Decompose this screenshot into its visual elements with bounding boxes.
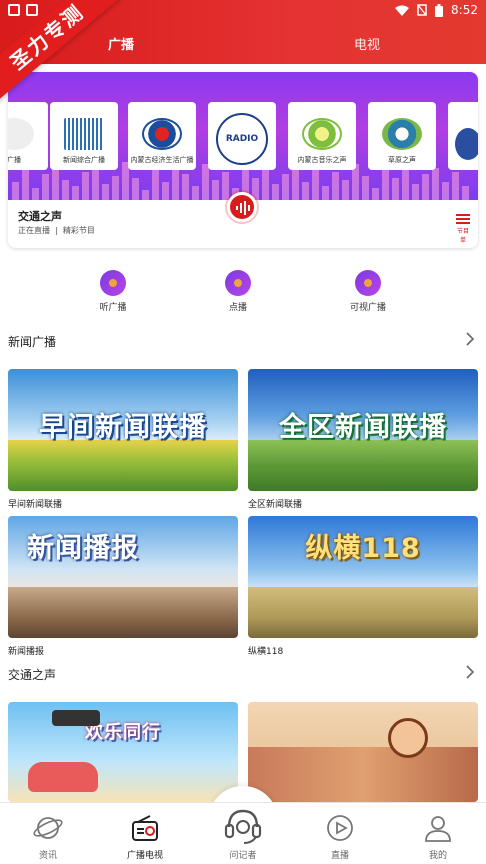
- bottom-navigation: 资讯 广播电视 问记者 直播 我的: [0, 802, 486, 864]
- card-caption: 全区新闻联播: [248, 500, 303, 510]
- program-card[interactable]: [248, 702, 478, 802]
- station-logo-label: RADIO: [225, 134, 259, 144]
- nav-label: 问记者: [229, 851, 257, 861]
- no-sim-icon: [417, 4, 427, 16]
- nav-label: 我的: [428, 851, 447, 861]
- station-mark: [455, 128, 478, 160]
- card-title: 全区新闻联播: [279, 412, 447, 443]
- play-button[interactable]: [227, 192, 257, 222]
- program-name: 精彩节目: [62, 226, 95, 235]
- station-logo[interactable]: 广播: [8, 102, 48, 170]
- courier-illustration: [388, 718, 428, 758]
- station-logo-label: 草原之声: [388, 156, 416, 164]
- chevron-right-icon: [466, 665, 475, 679]
- radio-logo-icon: RADIO: [216, 113, 268, 165]
- traffic-light-illustration: [52, 710, 100, 726]
- planet-icon: [33, 817, 63, 839]
- on-demand-icon: [225, 270, 251, 296]
- program-list-button[interactable]: 节目单: [456, 212, 470, 244]
- play-circle-icon: [327, 815, 353, 841]
- radio-disc-icon: [100, 270, 126, 296]
- notification-icon: [26, 4, 38, 16]
- quick-label: 可视广播: [349, 303, 386, 313]
- station-logo-label: 广播: [8, 156, 21, 164]
- nav-ask-reporter[interactable]: 问记者: [213, 805, 273, 861]
- nav-label: 广播电视: [126, 851, 163, 861]
- nav-live[interactable]: 直播: [310, 813, 370, 861]
- notification-icons: [8, 4, 38, 16]
- card-title: 早间新闻联播: [39, 412, 207, 443]
- station-mark: [142, 118, 182, 150]
- card-caption: 纵横118: [248, 647, 284, 657]
- section-more-traffic[interactable]: [466, 664, 475, 683]
- station-logo[interactable]: 内蒙古音乐之声: [288, 102, 356, 170]
- notification-icon: [8, 4, 20, 16]
- grassland-logo-icon: [382, 118, 422, 150]
- program-card[interactable]: 欢乐同行: [8, 702, 238, 802]
- program-card[interactable]: 全区新闻联播: [248, 369, 478, 491]
- card-caption: 早间新闻联播: [8, 500, 63, 510]
- station-logo[interactable]: 新闻综合广播: [50, 102, 118, 170]
- nav-me[interactable]: 我的: [408, 813, 468, 861]
- quick-visual-radio[interactable]: 可视广播: [328, 270, 408, 313]
- nav-label: 直播: [330, 851, 349, 861]
- user-icon: [425, 816, 451, 842]
- station-logos: 广播 新闻综合广播 内蒙古经济生活广播 RADIO 内蒙古音乐之声 草原之声: [8, 102, 478, 172]
- station-logo-label: 新闻综合广播: [63, 156, 105, 164]
- now-playing-subtitle: 正在直播 | 精彩节目: [18, 226, 95, 235]
- tab-radio[interactable]: 广播: [108, 34, 134, 53]
- car-illustration: [28, 762, 98, 792]
- card-ground: [248, 439, 478, 491]
- banner-background: 广播 新闻综合广播 内蒙古经济生活广播 RADIO 内蒙古音乐之声 草原之声: [8, 72, 478, 200]
- station-logo[interactable]: [448, 102, 478, 170]
- live-banner[interactable]: 广播 新闻综合广播 内蒙古经济生活广播 RADIO 内蒙古音乐之声 草原之声 交…: [8, 72, 478, 248]
- battery-icon: [435, 3, 444, 17]
- card-title: 欢乐同行: [85, 722, 161, 743]
- chevron-right-icon: [466, 332, 475, 346]
- now-playing-title: 交通之声: [18, 210, 62, 223]
- station-logo-label: 内蒙古音乐之声: [297, 156, 347, 164]
- live-status: 正在直播: [18, 226, 50, 235]
- status-time: 8:52: [451, 3, 478, 17]
- quick-label: 听广播: [99, 303, 127, 313]
- wifi-icon: [395, 5, 410, 16]
- section-title-news: 新闻广播: [8, 335, 57, 349]
- card-ground: [8, 586, 238, 638]
- program-list-label: 节目单: [456, 228, 469, 244]
- card-ground: [8, 439, 238, 491]
- card-title: 新闻播报: [27, 533, 139, 564]
- station-logo[interactable]: 内蒙古经济生活广播: [128, 102, 196, 170]
- nav-label: 资讯: [38, 851, 57, 861]
- nav-news[interactable]: 资讯: [18, 813, 78, 861]
- section-more-news[interactable]: [466, 331, 475, 350]
- program-card[interactable]: 新闻播报: [8, 516, 238, 638]
- headset-icon: [224, 809, 262, 844]
- station-logo[interactable]: RADIO: [208, 102, 276, 170]
- program-card[interactable]: 早间新闻联播: [8, 369, 238, 491]
- station-logo[interactable]: 草原之声: [368, 102, 436, 170]
- card-ground: [248, 586, 478, 638]
- quick-on-demand[interactable]: 点播: [198, 270, 278, 313]
- visual-radio-icon: [355, 270, 381, 296]
- card-title: 纵横118: [305, 533, 421, 564]
- section-title-traffic: 交通之声: [8, 668, 57, 682]
- music-logo-icon: [302, 118, 342, 150]
- quick-label: 点播: [228, 303, 247, 313]
- system-icons: 8:52: [395, 3, 478, 17]
- station-logo-label: 内蒙古经济生活广播: [130, 156, 194, 164]
- program-card[interactable]: 纵横118: [248, 516, 478, 638]
- nav-broadcast-tv[interactable]: 广播电视: [115, 813, 175, 861]
- quick-listen-radio[interactable]: 听广播: [73, 270, 153, 313]
- station-mark: [8, 118, 34, 150]
- radio-icon: [132, 815, 158, 841]
- card-caption: 新闻播报: [8, 647, 45, 657]
- waveform-icon: [64, 118, 104, 150]
- tab-tv[interactable]: 电视: [354, 34, 380, 53]
- audio-wave-icon: [236, 201, 250, 215]
- city-illustration: [248, 747, 478, 802]
